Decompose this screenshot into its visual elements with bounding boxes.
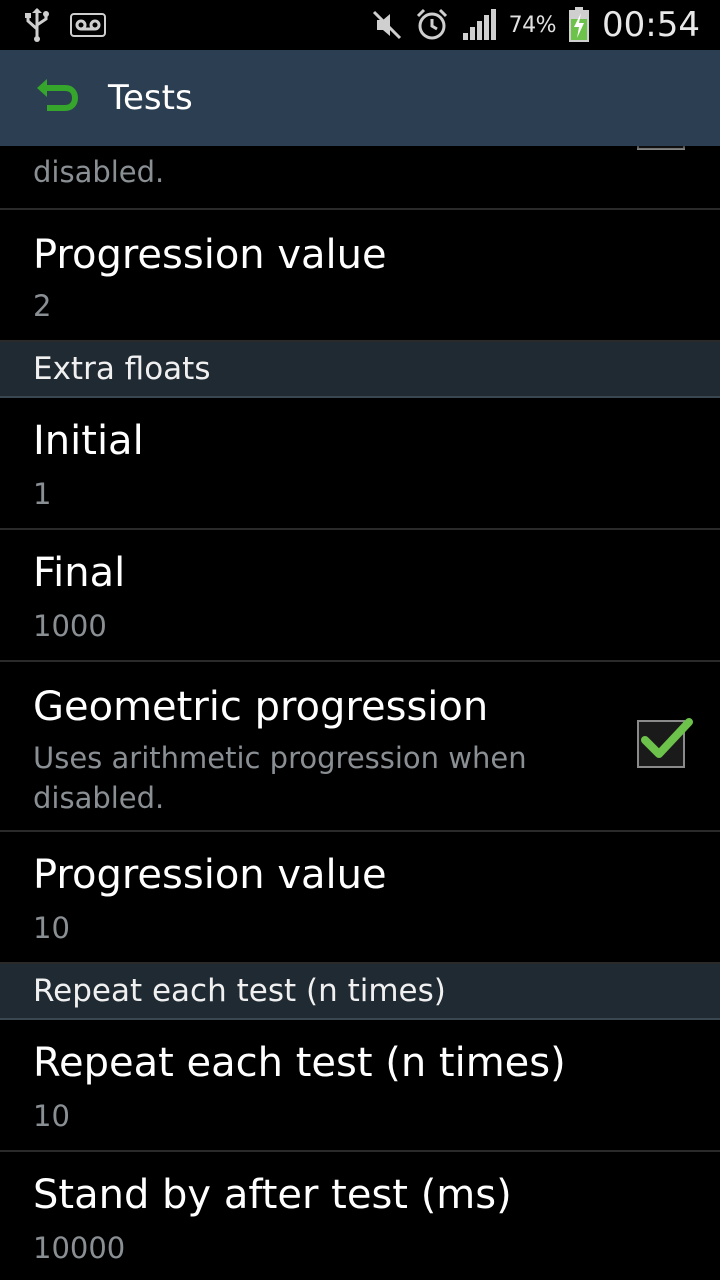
item-summary: 10 [33, 1099, 70, 1133]
list-item-progression-value-top[interactable]: Progression value 2 [0, 210, 720, 342]
list-item-stand-by[interactable]: Stand by after test (ms) 10000 [0, 1152, 720, 1280]
action-bar: Tests [0, 50, 720, 146]
battery-percent: 74% [508, 12, 557, 38]
item-title: Stand by after test (ms) [33, 1172, 512, 1218]
item-summary: 1 [33, 477, 52, 511]
item-summary: disabled. [33, 155, 165, 189]
item-summary: Uses arithmetic progression when disable… [33, 741, 527, 815]
page-title: Tests [108, 78, 193, 118]
preferences-list: disabled. Progression value 2 Extra floa… [0, 146, 720, 1280]
item-summary: 10000 [33, 1231, 126, 1265]
item-title: Initial [33, 418, 144, 464]
item-title: Progression value [33, 852, 387, 898]
geometric-progression-checkbox[interactable] [637, 718, 693, 768]
list-item-final[interactable]: Final 1000 [0, 530, 720, 662]
signal-icon [461, 9, 497, 41]
usb-icon [22, 7, 52, 43]
list-item-progression-value[interactable]: Progression value 10 [0, 832, 720, 964]
clock-time: 00:54 [602, 5, 700, 45]
section-header-repeat: Repeat each test (n times) [0, 964, 720, 1020]
alarm-icon [415, 8, 449, 42]
item-title: Geometric progression [33, 684, 489, 730]
checkmark-icon [641, 718, 693, 758]
item-summary: 10 [33, 911, 70, 945]
item-title: Final [33, 550, 126, 596]
battery-charging-icon [568, 7, 590, 43]
checkbox-partial[interactable] [637, 146, 685, 150]
item-summary: 2 [33, 289, 52, 323]
list-item-partial[interactable]: disabled. [0, 146, 720, 210]
back-arrow-icon [35, 76, 81, 120]
item-title: Progression value [33, 232, 387, 278]
back-button[interactable] [18, 50, 98, 146]
mute-icon [371, 9, 403, 41]
list-item-initial[interactable]: Initial 1 [0, 398, 720, 530]
list-item-repeat-each-test[interactable]: Repeat each test (n times) 10 [0, 1020, 720, 1152]
status-bar: 74% 00:54 [0, 0, 720, 50]
voicemail-icon [70, 13, 106, 37]
section-header-extra-floats: Extra floats [0, 342, 720, 398]
item-summary: 1000 [33, 609, 107, 643]
item-title: Repeat each test (n times) [33, 1040, 566, 1086]
list-item-geometric-progression[interactable]: Geometric progression Uses arithmetic pr… [0, 662, 720, 832]
